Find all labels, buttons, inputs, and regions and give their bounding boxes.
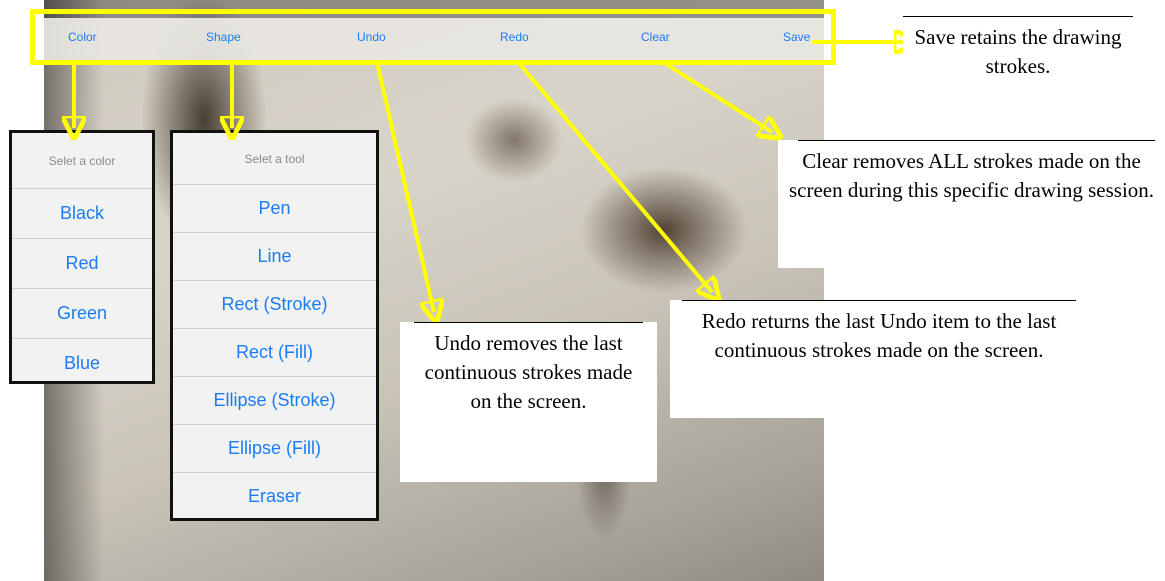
color-option-green[interactable]: Green [12, 289, 152, 339]
tool-option-ellipse-fill[interactable]: Ellipse (Fill) [173, 425, 376, 473]
color-option-black[interactable]: Black [12, 189, 152, 239]
redo-annotation-text: Redo returns the last Undo item to the l… [701, 309, 1057, 362]
color-option-red[interactable]: Red [12, 239, 152, 289]
color-picker-header: Selet a color [12, 133, 152, 189]
tool-option-rect-fill[interactable]: Rect (Fill) [173, 329, 376, 377]
tool-picker-popover: Selet a tool Pen Line Rect (Stroke) Rect… [170, 130, 379, 521]
tool-option-eraser[interactable]: Eraser [173, 473, 376, 520]
color-picker-popover: Selet a color Black Red Green Blue [9, 130, 155, 384]
save-annotation-text: Save retains the drawing strokes. [914, 25, 1122, 78]
tool-option-line[interactable]: Line [173, 233, 376, 281]
tool-option-ellipse-stroke[interactable]: Ellipse (Stroke) [173, 377, 376, 425]
drawing-canvas[interactable]: Color Shape Undo Redo Clear Save [44, 0, 824, 581]
undo-annotation-text: Undo removes the last continuous strokes… [424, 331, 633, 413]
save-annotation-rule [903, 16, 1133, 17]
clear-annotation: Clear removes ALL strokes made on the sc… [778, 140, 1165, 268]
tool-option-pen[interactable]: Pen [173, 185, 376, 233]
clear-annotation-rule [798, 140, 1155, 141]
save-annotation: Save retains the drawing strokes. [903, 16, 1133, 102]
redo-annotation-rule [682, 300, 1076, 301]
color-option-blue[interactable]: Blue [12, 339, 152, 388]
tool-option-rect-stroke[interactable]: Rect (Stroke) [173, 281, 376, 329]
undo-annotation-rule [414, 322, 643, 323]
undo-annotation: Undo removes the last continuous strokes… [400, 322, 657, 482]
tool-picker-header: Selet a tool [173, 133, 376, 185]
toolbar-highlight-box [30, 9, 836, 65]
clear-annotation-text: Clear removes ALL strokes made on the sc… [788, 149, 1155, 202]
redo-annotation: Redo returns the last Undo item to the l… [670, 300, 1088, 418]
